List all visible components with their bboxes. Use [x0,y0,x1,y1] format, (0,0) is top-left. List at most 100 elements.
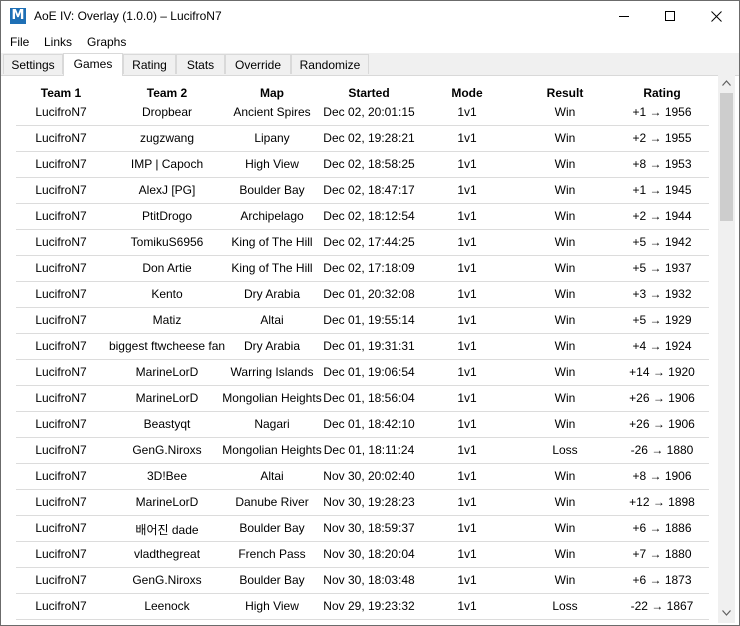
cell-result: Win [554,157,576,171]
scrollbar-thumb[interactable] [720,93,733,221]
close-button[interactable] [693,1,739,32]
cell-team-2: vladthegreat [133,547,201,561]
column-header-team-2[interactable]: Team 2 [147,86,187,100]
cell-team-1: LucifroN7 [35,547,87,561]
cell-result: Win [554,313,576,327]
cell-mode: 1v1 [457,469,477,483]
tab-randomize[interactable]: Randomize [291,54,369,74]
tab-settings[interactable]: Settings [3,54,63,74]
maximize-button[interactable] [647,1,693,32]
table-row[interactable]: LucifroN7 Beastyqt Nagari Dec 01, 18:42:10 1… [16,412,709,438]
cell-rating: +12 → 1898 [629,495,695,509]
column-header-team-1[interactable]: Team 1 [41,86,81,100]
cell-rating: +8 → 1906 [632,469,692,483]
minimize-button[interactable] [601,1,647,32]
cell-started: Dec 02, 19:28:21 [323,131,415,145]
column-header-result[interactable]: Result [547,86,584,100]
cell-mode: 1v1 [457,235,477,249]
app-window: M AoE IV: Overlay (1.0.0) – LucifroN7 Fi… [0,0,740,626]
cell-result: Win [554,261,576,275]
tab-override[interactable]: Override [225,54,291,74]
cell-rating: +1 → 1956 [632,105,692,119]
table-row[interactable]: LucifroN7 Dropbear Ancient Spires Dec 02, 2… [16,100,709,126]
cell-map: Dry Arabia [243,287,301,301]
cell-team-1: LucifroN7 [35,105,87,119]
table-row[interactable]: LucifroN7 MarineLorD Mongolian Heights Dec … [16,386,709,412]
table-row[interactable]: LucifroN7 vladthegreat French Pass Nov 30, … [16,542,709,568]
cell-team-1: LucifroN7 [35,313,87,327]
table-row[interactable]: LucifroN7 AlexJ [PG] Boulder Bay Dec 02, 18… [16,178,709,204]
vertical-scrollbar[interactable] [718,75,735,623]
tab-games[interactable]: Games [63,53,123,76]
cell-team-1: LucifroN7 [35,391,87,405]
table-row[interactable]: LucifroN7 GenG.Niroxs Mongolian Heights Dec… [16,438,709,464]
table-row[interactable]: LucifroN7 3D!Bee Altai Nov 30, 20:02:40 1v1 W… [16,464,709,490]
column-header-rating[interactable]: Rating [643,86,680,100]
cell-result: Loss [552,599,578,613]
cell-result: Win [554,287,576,301]
cell-result: Win [554,131,576,145]
cell-result: Loss [552,443,578,457]
cell-map: King of The Hill [231,261,313,275]
table-row[interactable]: LucifroN7 Matiz Altai Dec 01, 19:55:14 1v1 Wi… [16,308,709,334]
tab-stats[interactable]: Stats [176,54,225,74]
cell-team-2: MarineLorD [135,391,199,405]
cell-started: Dec 02, 20:01:15 [323,105,415,119]
cell-team-2: IMP | Capoch [130,157,204,171]
table-row[interactable]: LucifroN7 TomikuS6956 King of The Hill Dec … [16,230,709,256]
cell-team-2: GenG.Niroxs [132,573,202,587]
cell-mode: 1v1 [457,573,477,587]
cell-team-1: LucifroN7 [35,599,87,613]
cell-team-1: LucifroN7 [35,183,87,197]
cell-map: High View [245,599,299,613]
table-row[interactable]: LucifroN7 GenG.Niroxs Boulder Bay Nov 30, 1… [16,568,709,594]
cell-map: High View [245,157,299,171]
close-icon [711,11,722,22]
cell-started: Dec 02, 17:44:25 [323,235,415,249]
window-title: AoE IV: Overlay (1.0.0) – LucifroN7 [34,9,222,23]
cell-started: Dec 02, 18:58:25 [323,157,415,171]
cell-team-1: LucifroN7 [35,495,87,509]
column-header-map[interactable]: Map [260,86,284,100]
table-row[interactable]: LucifroN7 Don Artie King of The Hill Dec 02… [16,256,709,282]
cell-result: Win [554,573,576,587]
cell-map: King of The Hill [231,235,313,249]
cell-result: Win [554,495,576,509]
cell-map: Archipelago [240,209,304,223]
cell-rating: +5 → 1929 [632,313,692,327]
cell-rating: -22 → 1867 [630,599,694,613]
table-row[interactable]: LucifroN7 MarineLorD Danube River Nov 30, 1… [16,490,709,516]
cell-started: Dec 01, 18:56:04 [323,391,415,405]
table-row[interactable]: LucifroN7 zugzwang Lipany Dec 02, 19:28:21 1… [16,126,709,152]
games-table-body: LucifroN7 Dropbear Ancient Spires Dec 02, 2… [16,100,709,620]
cell-map: Lipany [254,131,290,145]
cell-rating: +14 → 1920 [629,365,695,379]
scroll-up-button[interactable] [718,75,735,92]
cell-rating: +8 → 1953 [632,157,692,171]
table-row[interactable]: LucifroN7 Kento Dry Arabia Dec 01, 20:32:08… [16,282,709,308]
title-bar[interactable]: M AoE IV: Overlay (1.0.0) – LucifroN7 [1,1,739,32]
scroll-down-button[interactable] [718,605,735,622]
table-row[interactable]: LucifroN7 IMP | Capoch High View Dec 02, 18… [16,152,709,178]
cell-map: Ancient Spires [233,105,311,119]
menu-file[interactable]: File [10,35,29,49]
table-row[interactable]: LucifroN7 Leenock High View Nov 29, 19:23:3… [16,594,709,620]
cell-mode: 1v1 [457,443,477,457]
cell-started: Dec 01, 18:11:24 [323,443,415,457]
table-row[interactable]: LucifroN7 PtitDrogo Archipelago Dec 02, 18:… [16,204,709,230]
menu-graphs[interactable]: Graphs [87,35,126,49]
menu-links[interactable]: Links [44,35,72,49]
cell-rating: +7 → 1880 [632,547,692,561]
app-logo-icon: M [10,8,26,24]
tab-rating[interactable]: Rating [123,54,176,74]
cell-team-1: LucifroN7 [35,157,87,171]
cell-mode: 1v1 [457,105,477,119]
cell-team-2: Beastyqt [143,417,191,431]
column-header-started[interactable]: Started [348,86,389,100]
table-row[interactable]: LucifroN7 biggest ftwcheese fan Dry Arabia… [16,334,709,360]
table-row[interactable]: LucifroN7 배어진 dade Boulder Bay Nov 30, 18:5… [16,516,709,542]
cell-result: Win [554,339,576,353]
table-row[interactable]: LucifroN7 MarineLorD Warring Islands Dec 01… [16,360,709,386]
column-header-mode[interactable]: Mode [451,86,482,100]
maximize-icon [665,11,675,21]
